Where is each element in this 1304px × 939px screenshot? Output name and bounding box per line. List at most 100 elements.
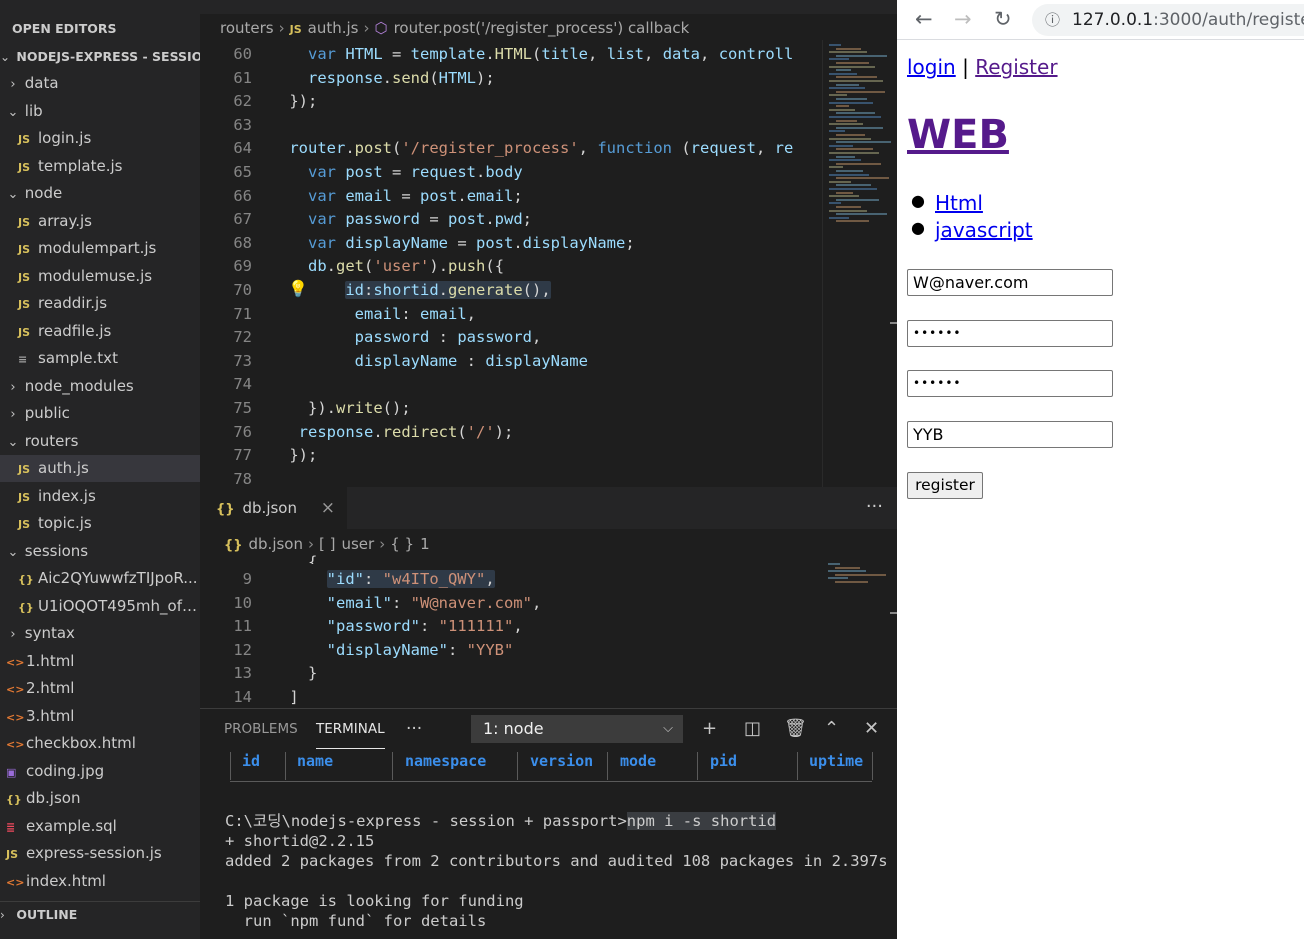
register-link[interactable]: Register — [975, 55, 1057, 79]
tree-file[interactable]: JS express-session.js — [0, 840, 200, 867]
code-line: 72 password : password, — [200, 325, 541, 349]
tree-item-label: node_modules — [24, 376, 134, 395]
minimap-line — [829, 72, 857, 75]
js-file-icon: JS — [18, 518, 31, 531]
browser-window: ← → ↻ ⓘ 127.0.0.1:3000/auth/register log… — [897, 0, 1304, 939]
tree-file[interactable]: <> checkbox.html — [0, 730, 200, 757]
minimap-line — [836, 90, 885, 93]
info-icon: ⓘ — [1045, 11, 1061, 29]
minimap[interactable] — [822, 40, 892, 487]
tree-file[interactable]: JS auth.js — [0, 455, 200, 482]
tree-file[interactable]: <> 1.html — [0, 648, 200, 675]
line-number: 74 — [233, 375, 252, 394]
tree-file[interactable]: JS topic.js — [0, 510, 200, 537]
more-actions-icon[interactable]: ··· — [866, 487, 883, 527]
table-divider — [607, 752, 608, 780]
minimap-line — [836, 112, 875, 115]
password-confirm-field[interactable]: •••••• — [907, 370, 1113, 397]
tree-folder[interactable]: › data — [0, 70, 200, 97]
browser-toolbar: ← → ↻ ⓘ 127.0.0.1:3000/auth/register — [897, 0, 1304, 40]
tree-file[interactable]: ≡ sample.txt — [0, 345, 200, 372]
db-breadcrumb-object[interactable]: 1 — [420, 535, 430, 553]
close-icon[interactable]: ✕ — [864, 717, 879, 741]
home-link[interactable]: WEB — [907, 112, 1009, 158]
minimap-line — [836, 198, 879, 201]
tree-file[interactable]: ≣ example.sql — [0, 813, 200, 840]
register-button[interactable]: register — [907, 472, 983, 499]
breadcrumb-file[interactable]: auth.js — [308, 19, 359, 37]
tree-file[interactable]: JS index.js — [0, 483, 200, 510]
minimap-db[interactable] — [822, 559, 892, 707]
topic-link-html[interactable]: Html — [935, 191, 983, 215]
outline-label: OUTLINE — [16, 907, 78, 922]
tab-terminal[interactable]: TERMINAL — [316, 709, 385, 749]
tree-file[interactable]: JS readfile.js — [0, 318, 200, 345]
lightbulb-icon[interactable]: 💡 — [288, 279, 308, 298]
line-number: 14 — [233, 688, 252, 706]
tree-folder[interactable]: ⌄ routers — [0, 428, 200, 455]
breadcrumb-folder[interactable]: routers — [220, 19, 274, 37]
chevron-down-icon: ⌄ — [7, 187, 19, 202]
tab-problems[interactable]: PROBLEMS — [224, 709, 298, 749]
object-icon: { } — [390, 535, 415, 553]
tree-file[interactable]: {} Aic2QYuwwfzTIJpoR... — [0, 565, 200, 592]
html-file-icon: <> — [6, 683, 25, 696]
more-icon[interactable]: ··· — [406, 709, 422, 749]
split-terminal-icon[interactable]: ◫ — [744, 717, 761, 741]
tree-file[interactable]: JS modulemuse.js — [0, 263, 200, 290]
tree-folder[interactable]: › syntax — [0, 620, 200, 647]
tree-file[interactable]: JS template.js — [0, 153, 200, 180]
db-breadcrumb-array[interactable]: user — [341, 535, 374, 553]
tree-folder[interactable]: › node_modules — [0, 373, 200, 400]
back-arrow-icon[interactable]: ← — [915, 6, 933, 32]
password-field[interactable]: •••••• — [907, 320, 1113, 347]
tree-file[interactable]: ▣ coding.jpg — [0, 758, 200, 785]
terminal-select[interactable]: 1: node ⌵ — [471, 715, 683, 743]
tree-file[interactable]: JS array.js — [0, 208, 200, 235]
project-header[interactable]: ⌄ NODEJS-EXPRESS - SESSIO... — [0, 44, 200, 70]
trash-icon[interactable]: 🗑 — [784, 717, 807, 741]
code-line: 70 id:shortid.generate(), — [200, 278, 551, 302]
code-line: 62 }); — [200, 89, 317, 113]
tree-file[interactable]: {} db.json — [0, 785, 200, 812]
tree-file[interactable]: <> 2.html — [0, 675, 200, 702]
tree-file[interactable]: {} U1iOQOT495mh_of4... — [0, 593, 200, 620]
tree-folder[interactable]: ⌄ sessions — [0, 538, 200, 565]
chevron-up-icon[interactable]: ⌃ — [824, 717, 839, 741]
outline-header[interactable]: › OUTLINE — [0, 901, 200, 927]
json-file-icon: {} — [18, 573, 34, 586]
tree-file[interactable]: <> index.html — [0, 868, 200, 895]
minimap-line — [836, 105, 849, 108]
tree-file[interactable]: JS modulempart.js — [0, 235, 200, 262]
tab-db-json[interactable]: {} db.json × — [200, 487, 347, 529]
forward-arrow-icon[interactable]: → — [954, 6, 972, 32]
breadcrumb: routers › JS auth.js › ⬡ router.post('/registe… — [200, 14, 689, 42]
tree-item-label: sample.txt — [38, 349, 118, 367]
code-text: var email = post.email; — [308, 186, 523, 205]
close-icon[interactable]: × — [321, 487, 335, 529]
tree-folder[interactable]: ⌄ node — [0, 180, 200, 207]
tree-file[interactable]: JS login.js — [0, 125, 200, 152]
code-text: var post = request.body — [308, 163, 523, 181]
table-divider — [517, 752, 518, 780]
minimap-line — [829, 65, 875, 68]
tree-item-label: 1.html — [26, 651, 75, 670]
login-link[interactable]: login — [907, 55, 956, 79]
image-file-icon: ▣ — [6, 765, 17, 779]
scrollbar-marker — [890, 322, 897, 324]
open-editors-header[interactable]: OPEN EDITORS — [0, 16, 200, 42]
tree-folder[interactable]: › public — [0, 400, 200, 427]
breadcrumb-symbol[interactable]: router.post('/register_process') callbac… — [394, 19, 690, 37]
minimap-line — [829, 144, 853, 147]
display-name-field[interactable]: YYB — [907, 421, 1113, 448]
email-field[interactable]: W@naver.com — [907, 269, 1113, 296]
explorer-sidebar: OPEN EDITORS ⌄ NODEJS-EXPRESS - SESSIO..… — [0, 0, 200, 939]
tree-folder[interactable]: ⌄ lib — [0, 98, 200, 125]
tree-file[interactable]: <> 3.html — [0, 703, 200, 730]
address-bar[interactable]: ⓘ 127.0.0.1:3000/auth/register — [1032, 4, 1304, 36]
tree-file[interactable]: JS readdir.js — [0, 290, 200, 317]
reload-icon[interactable]: ↻ — [994, 6, 1012, 32]
topic-link-javascript[interactable]: javascript — [935, 218, 1033, 242]
plus-icon[interactable]: + — [702, 717, 717, 741]
terminal-prompt-line[interactable]: C:\코딩\nodejs-express - session + passpor… — [225, 811, 777, 831]
